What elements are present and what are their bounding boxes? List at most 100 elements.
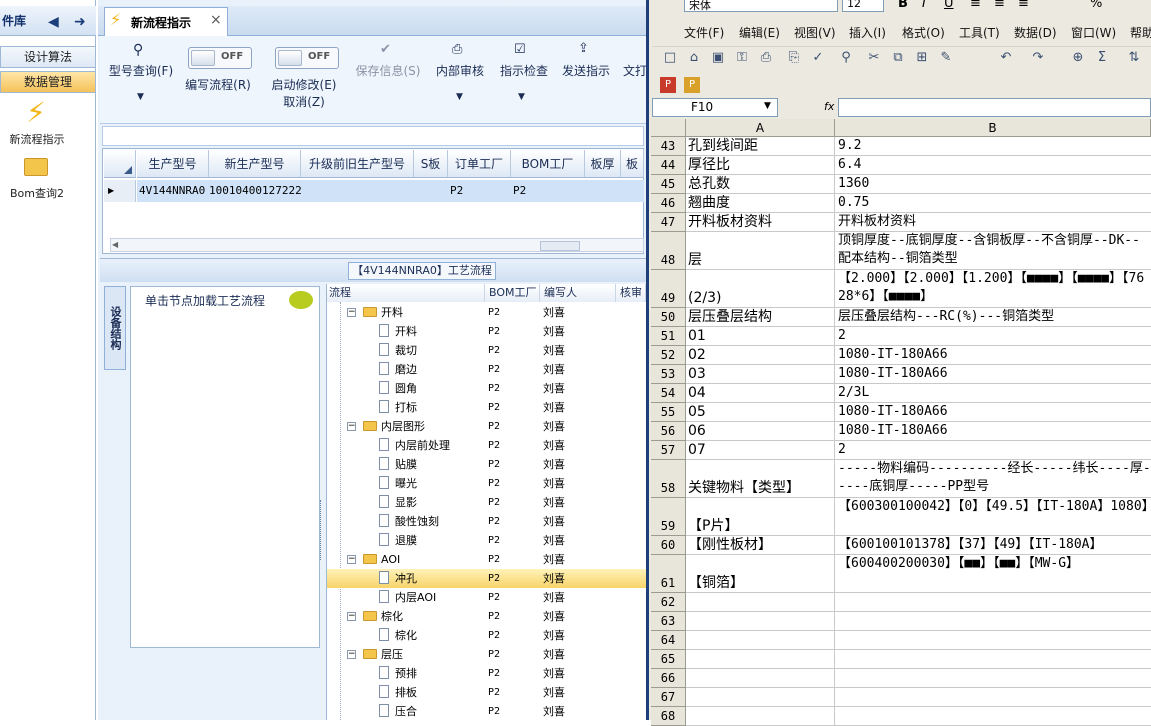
cell-b[interactable]: 1360 xyxy=(835,175,1151,194)
row-number[interactable]: 45 xyxy=(651,175,686,194)
undo-icon[interactable]: ↶ xyxy=(998,50,1014,66)
cell-a[interactable]: 03 xyxy=(686,365,835,384)
format-painter-icon[interactable]: ✎ xyxy=(938,50,954,66)
pdf-convert-icon[interactable]: P xyxy=(684,77,700,93)
tree-row[interactable]: 内层AOI P2 刘喜 xyxy=(327,588,646,607)
namebox-dropdown-icon[interactable]: ▼ xyxy=(764,101,771,111)
tree-row[interactable]: − 内层图形 P2 刘喜 xyxy=(327,417,646,436)
tree-row[interactable]: 开料 P2 刘喜 xyxy=(327,322,646,341)
expand-toggle-icon[interactable]: − xyxy=(347,612,356,621)
cell-b[interactable]: 0.75 xyxy=(835,194,1151,213)
col-header-s-board[interactable]: S板 xyxy=(414,150,448,178)
expand-toggle-icon[interactable]: − xyxy=(347,422,356,431)
print-icon[interactable]: ⎙ xyxy=(758,50,774,66)
cell-a[interactable] xyxy=(686,593,835,612)
cell-b[interactable] xyxy=(835,650,1151,669)
row-number[interactable]: 67 xyxy=(651,688,686,707)
tree-row[interactable]: 压合 P2 刘喜 xyxy=(327,702,646,721)
row-number[interactable]: 66 xyxy=(651,669,686,688)
font-size-select[interactable]: 12 xyxy=(842,0,884,12)
model-query-dropdown-icon[interactable]: ▼ xyxy=(137,92,144,102)
row-number[interactable]: 63 xyxy=(651,612,686,631)
cell-b[interactable]: 1080-IT-180A66 xyxy=(835,422,1151,441)
cell-b[interactable]: 1080-IT-180A66 xyxy=(835,365,1151,384)
col-header-model[interactable]: 生产型号 xyxy=(137,150,209,178)
menu-item[interactable]: 视图(V) xyxy=(794,24,836,41)
shortcut-new-flow[interactable]: 新流程指示 xyxy=(0,131,74,147)
autosum-icon[interactable]: Σ xyxy=(1094,50,1110,66)
row-number[interactable]: 68 xyxy=(651,707,686,726)
col-header-b[interactable]: B xyxy=(835,119,1151,137)
tree-row[interactable]: 酸性蚀刻 P2 刘喜 xyxy=(327,512,646,531)
open-icon[interactable]: ⌂ xyxy=(686,50,702,66)
cell-a[interactable]: 孔到线间距 xyxy=(686,137,835,156)
row-number[interactable]: 57 xyxy=(651,441,686,460)
menu-item[interactable]: 文件(F) xyxy=(684,24,724,41)
row-number[interactable]: 61 xyxy=(651,555,686,593)
paste-icon[interactable]: ⊞ xyxy=(914,50,930,66)
cell-a[interactable]: (2/3) xyxy=(686,270,835,308)
tree-row[interactable]: 裁切 P2 刘喜 xyxy=(327,341,646,360)
cell-b[interactable]: 【2.000】【2.000】【1.200】【■■■■】【■■■■】【7628*6… xyxy=(835,270,1151,308)
tree-row[interactable]: − 开料 P2 刘喜 xyxy=(327,303,646,322)
font-name-select[interactable]: 宋体 xyxy=(684,0,838,12)
cell-a[interactable]: 【P片】 xyxy=(686,498,835,536)
nav-item-design[interactable]: 设计算法 xyxy=(0,46,96,68)
col-header-extra[interactable]: 板 xyxy=(621,150,644,178)
tree-col-bom[interactable]: BOM工厂 xyxy=(485,284,540,302)
tree-row[interactable]: 内层前处理 P2 刘喜 xyxy=(327,436,646,455)
cell-b[interactable] xyxy=(835,612,1151,631)
cell-a[interactable]: 04 xyxy=(686,384,835,403)
cell-a[interactable] xyxy=(686,650,835,669)
cell-b[interactable] xyxy=(835,631,1151,650)
write-flow-toggle[interactable]: OFF xyxy=(188,47,252,69)
cell-b[interactable]: 顶铜厚度--底铜厚度--含铜板厚--不含铜厚--DK--配本结构--铜箔类型 xyxy=(835,232,1151,270)
instruction-check-button[interactable]: 指示检查 xyxy=(496,62,552,79)
tree-row[interactable]: − 棕化 P2 刘喜 xyxy=(327,607,646,626)
menu-item[interactable]: 数据(D) xyxy=(1014,24,1057,41)
tree-row[interactable]: − AOI P2 刘喜 xyxy=(327,550,646,569)
tree-row[interactable]: 打标 P2 刘喜 xyxy=(327,398,646,417)
row-number[interactable]: 65 xyxy=(651,650,686,669)
row-number[interactable]: 54 xyxy=(651,384,686,403)
col-header-order-factory[interactable]: 订单工厂 xyxy=(448,150,511,178)
cell-a[interactable]: 05 xyxy=(686,403,835,422)
cell-b[interactable]: 2/3L xyxy=(835,384,1151,403)
row-number[interactable]: 64 xyxy=(651,631,686,650)
cell-b[interactable]: 2 xyxy=(835,327,1151,346)
underline-icon[interactable]: U xyxy=(944,0,954,11)
formula-bar[interactable] xyxy=(838,98,1151,117)
cell-a[interactable]: 翘曲度 xyxy=(686,194,835,213)
cell-b[interactable] xyxy=(835,688,1151,707)
cell-b[interactable]: 1080-IT-180A66 xyxy=(835,403,1151,422)
cell-a[interactable]: 层 xyxy=(686,232,835,270)
tree-col-review[interactable]: 核审 xyxy=(616,284,646,302)
row-number[interactable]: 50 xyxy=(651,308,686,327)
row-number[interactable]: 58 xyxy=(651,460,686,498)
tree-row[interactable]: 圆角 P2 刘喜 xyxy=(327,379,646,398)
save-icon[interactable]: ▣ xyxy=(710,50,726,66)
cell-b[interactable]: 1080-IT-180A66 xyxy=(835,346,1151,365)
expand-toggle-icon[interactable]: − xyxy=(347,650,356,659)
cell-b[interactable]: -----物料编码----------经长-----纬长----厚-----底铜… xyxy=(835,460,1151,498)
cell-a[interactable]: 【铜箔】 xyxy=(686,555,835,593)
tree-row[interactable]: 显影 P2 刘喜 xyxy=(327,493,646,512)
send-instruction-button[interactable]: 发送指示 xyxy=(558,62,614,79)
save-info-button[interactable]: 保存信息(S) xyxy=(352,62,424,79)
col-header-new-model[interactable]: 新生产型号 xyxy=(209,150,301,178)
row-number[interactable]: 62 xyxy=(651,593,686,612)
sort-icon[interactable]: ⇅ xyxy=(1126,50,1142,66)
cell-b[interactable] xyxy=(835,593,1151,612)
tree-row[interactable]: 排板 P2 刘喜 xyxy=(327,683,646,702)
menu-item[interactable]: 编辑(E) xyxy=(739,24,780,41)
tree-row[interactable]: − 层压 P2 刘喜 xyxy=(327,645,646,664)
row-number[interactable]: 56 xyxy=(651,422,686,441)
menu-item[interactable]: 帮助 xyxy=(1130,24,1151,41)
cell-a[interactable] xyxy=(686,707,835,726)
expand-toggle-icon[interactable]: − xyxy=(347,308,356,317)
row-number[interactable]: 44 xyxy=(651,156,686,175)
tab-close-icon[interactable]: × xyxy=(210,12,222,28)
row-number[interactable]: 53 xyxy=(651,365,686,384)
research-icon[interactable]: ⚲ xyxy=(838,50,854,66)
tree-col-flow[interactable]: 流程 xyxy=(327,284,485,302)
